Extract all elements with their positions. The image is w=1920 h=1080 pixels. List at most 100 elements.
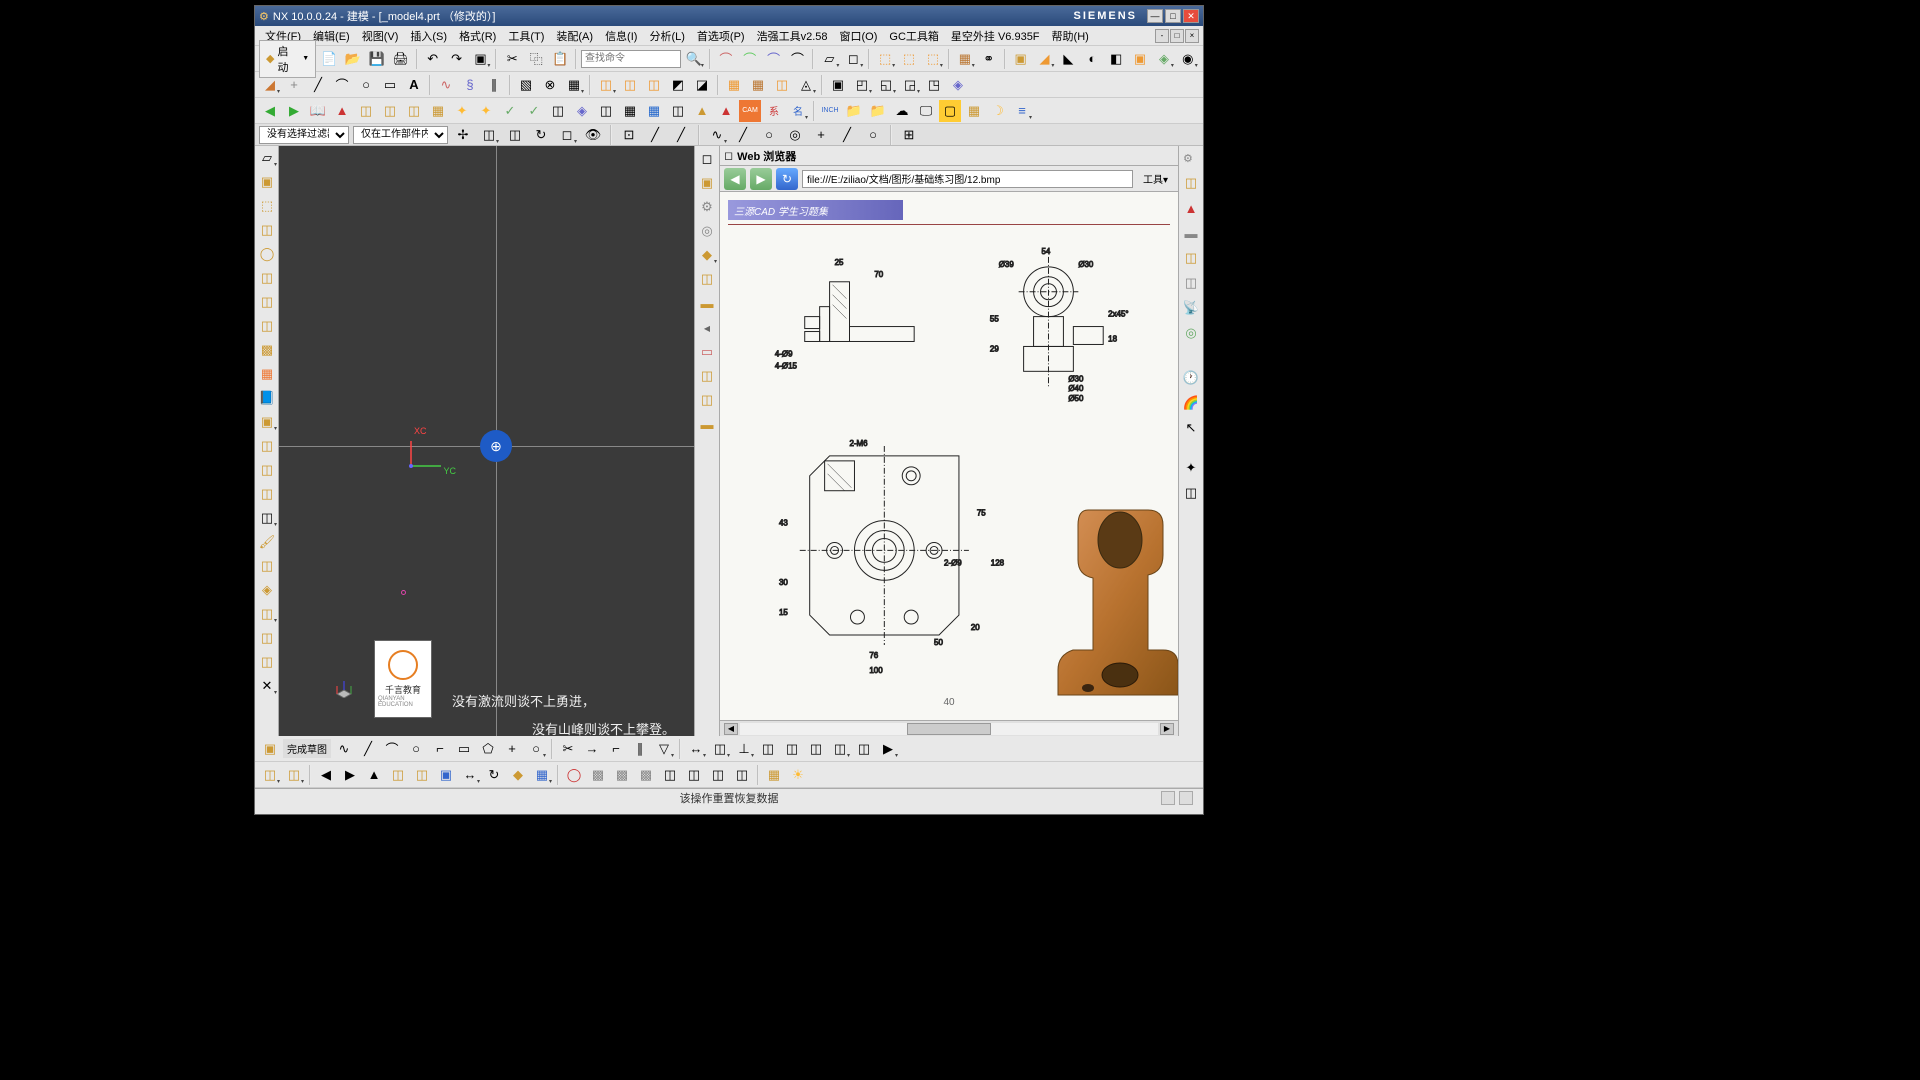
- bt-point-icon[interactable]: +: [501, 738, 523, 760]
- menu-assembly[interactable]: 装配(A): [550, 26, 599, 46]
- book-icon[interactable]: 📖: [307, 100, 329, 122]
- f-icon-10[interactable]: ∿▾: [706, 124, 728, 146]
- hole-icon[interactable]: ⬚▾: [922, 48, 944, 70]
- lt-hide-icon[interactable]: ◫: [256, 627, 278, 649]
- arrow-right-icon[interactable]: ▶: [283, 100, 305, 122]
- tool-c-icon[interactable]: ◫: [595, 100, 617, 122]
- bt-profile-icon[interactable]: ∿: [333, 738, 355, 760]
- scope-selector[interactable]: 仅在工作部件内: [353, 126, 448, 144]
- cut-icon[interactable]: ✂: [501, 48, 523, 70]
- folder2-icon[interactable]: 📁: [867, 100, 889, 122]
- vt-r2-icon[interactable]: ▩: [611, 764, 633, 786]
- undo-icon[interactable]: ↶: [422, 48, 444, 70]
- name2-icon[interactable]: 名▾: [787, 100, 809, 122]
- f-icon-15[interactable]: ╱: [836, 124, 858, 146]
- status-icon-2[interactable]: [1179, 791, 1193, 805]
- menu-help[interactable]: 帮助(H): [1046, 26, 1095, 46]
- curve-mesh-icon[interactable]: ▦▾: [563, 74, 585, 96]
- revolve-icon[interactable]: ⬚: [898, 48, 920, 70]
- scroll-left-button[interactable]: ◀: [724, 723, 738, 735]
- lt-brush-icon[interactable]: 🖌: [256, 531, 278, 553]
- curve3-icon[interactable]: ⌒: [763, 48, 785, 70]
- thicken-icon[interactable]: ▣: [1129, 48, 1151, 70]
- modeling-viewport[interactable]: XC YC ⊕ 千言教育 QIANYAN EDUCATION: [279, 146, 694, 736]
- vt-1-icon[interactable]: ◫▾: [259, 764, 281, 786]
- rt-6-icon[interactable]: 📡: [1180, 297, 1202, 319]
- trim-icon[interactable]: ◧: [1105, 48, 1127, 70]
- menu-analysis[interactable]: 分析(L): [643, 26, 690, 46]
- mt-box3-icon[interactable]: ▬: [696, 413, 718, 435]
- point-icon[interactable]: +: [283, 74, 305, 96]
- mdi-close[interactable]: ×: [1185, 29, 1199, 43]
- minimize-button[interactable]: —: [1147, 9, 1163, 23]
- f-icon-16[interactable]: ○: [862, 124, 884, 146]
- shell-icon[interactable]: ▣: [1010, 48, 1032, 70]
- star2-icon[interactable]: ✦: [475, 100, 497, 122]
- collapse-icon[interactable]: ◀: [704, 324, 710, 333]
- bt-mirror2-icon[interactable]: ◫: [805, 738, 827, 760]
- cam-icon[interactable]: CAM: [739, 100, 761, 122]
- lt-ext-icon[interactable]: ◫: [256, 267, 278, 289]
- bt-fillet-icon[interactable]: ⌐: [429, 738, 451, 760]
- region-icon[interactable]: ▣: [827, 74, 849, 96]
- check1-icon[interactable]: ✓: [499, 100, 521, 122]
- through-icon[interactable]: ▦: [747, 74, 769, 96]
- vt-r5-icon[interactable]: ◫: [683, 764, 705, 786]
- lt-sweep-icon[interactable]: ◫: [256, 315, 278, 337]
- new-icon[interactable]: 📄: [318, 48, 340, 70]
- f-icon-5[interactable]: ◻▾: [556, 124, 578, 146]
- rt-1-icon[interactable]: ◫: [1180, 172, 1202, 194]
- status-icon-1[interactable]: [1161, 791, 1175, 805]
- rect-icon[interactable]: ▭: [379, 74, 401, 96]
- lt-view-icon[interactable]: ◫▾: [256, 507, 278, 529]
- mt-yel-icon[interactable]: ◫: [696, 268, 718, 290]
- vt-yellow-icon[interactable]: ◆: [507, 764, 529, 786]
- bt-circle-icon[interactable]: ○: [405, 738, 427, 760]
- analysis-icon[interactable]: ◉▾: [1177, 48, 1199, 70]
- bt-extend-icon[interactable]: →: [581, 738, 603, 760]
- tool-d-icon[interactable]: ▦: [619, 100, 641, 122]
- bt-conv-icon[interactable]: ◫: [781, 738, 803, 760]
- rotate-icon[interactable]: ◫: [379, 100, 401, 122]
- text-icon[interactable]: A: [403, 74, 425, 96]
- menu-gc-toolbox[interactable]: GC工具箱: [883, 26, 945, 46]
- name-icon[interactable]: 系: [763, 100, 785, 122]
- vt-4-icon[interactable]: ◫: [411, 764, 433, 786]
- view-cube-icon[interactable]: [334, 678, 354, 698]
- bt-offset-icon[interactable]: ∥: [629, 738, 651, 760]
- tools-button[interactable]: 工具▾: [1137, 169, 1174, 188]
- rt-sq-icon[interactable]: ◫: [1180, 482, 1202, 504]
- helix-icon[interactable]: §: [459, 74, 481, 96]
- sketch-icon[interactable]: ◢▾: [259, 74, 281, 96]
- settings-icon[interactable]: ⚙: [1183, 152, 1199, 168]
- sew-icon[interactable]: ◳: [923, 74, 945, 96]
- bt-mirror-icon[interactable]: ▽▾: [653, 738, 675, 760]
- vt-2-icon[interactable]: ◫▾: [283, 764, 305, 786]
- vt-6-icon[interactable]: ↔▾: [459, 764, 481, 786]
- bt-constr1-icon[interactable]: ◫▾: [709, 738, 731, 760]
- tool-e-icon[interactable]: ▦: [643, 100, 665, 122]
- save-icon[interactable]: 💾: [366, 48, 388, 70]
- tool-b-icon[interactable]: ◈: [571, 100, 593, 122]
- lt-face-icon[interactable]: ◫: [256, 459, 278, 481]
- nsided-icon[interactable]: ◬▾: [795, 74, 817, 96]
- mt-circ-icon[interactable]: ◎: [696, 220, 718, 242]
- vt-r6-icon[interactable]: ◫: [707, 764, 729, 786]
- vt-r3-icon[interactable]: ▩: [635, 764, 657, 786]
- measure-icon[interactable]: ◈▾: [1153, 48, 1175, 70]
- f-icon-11[interactable]: ╱: [732, 124, 754, 146]
- mt-block-icon[interactable]: ◻: [696, 148, 718, 170]
- enlarge-icon[interactable]: ◰▾: [851, 74, 873, 96]
- vt-r4-icon[interactable]: ◫: [659, 764, 681, 786]
- mt-folder-icon[interactable]: ▬: [696, 292, 718, 314]
- setting-icon[interactable]: ≡▾: [1011, 100, 1033, 122]
- rt-3-icon[interactable]: ▬: [1180, 222, 1202, 244]
- rt-x-icon[interactable]: ✦: [1180, 457, 1202, 479]
- redo-icon[interactable]: ↷: [446, 48, 468, 70]
- curve1-icon[interactable]: ⌒: [715, 48, 737, 70]
- vt-right-icon[interactable]: ▶: [339, 764, 361, 786]
- lt-feat-icon[interactable]: ▩: [256, 339, 278, 361]
- tool-f-icon[interactable]: ◫: [667, 100, 689, 122]
- extend-icon[interactable]: ◲▾: [899, 74, 921, 96]
- scroll-right-button[interactable]: ▶: [1160, 723, 1174, 735]
